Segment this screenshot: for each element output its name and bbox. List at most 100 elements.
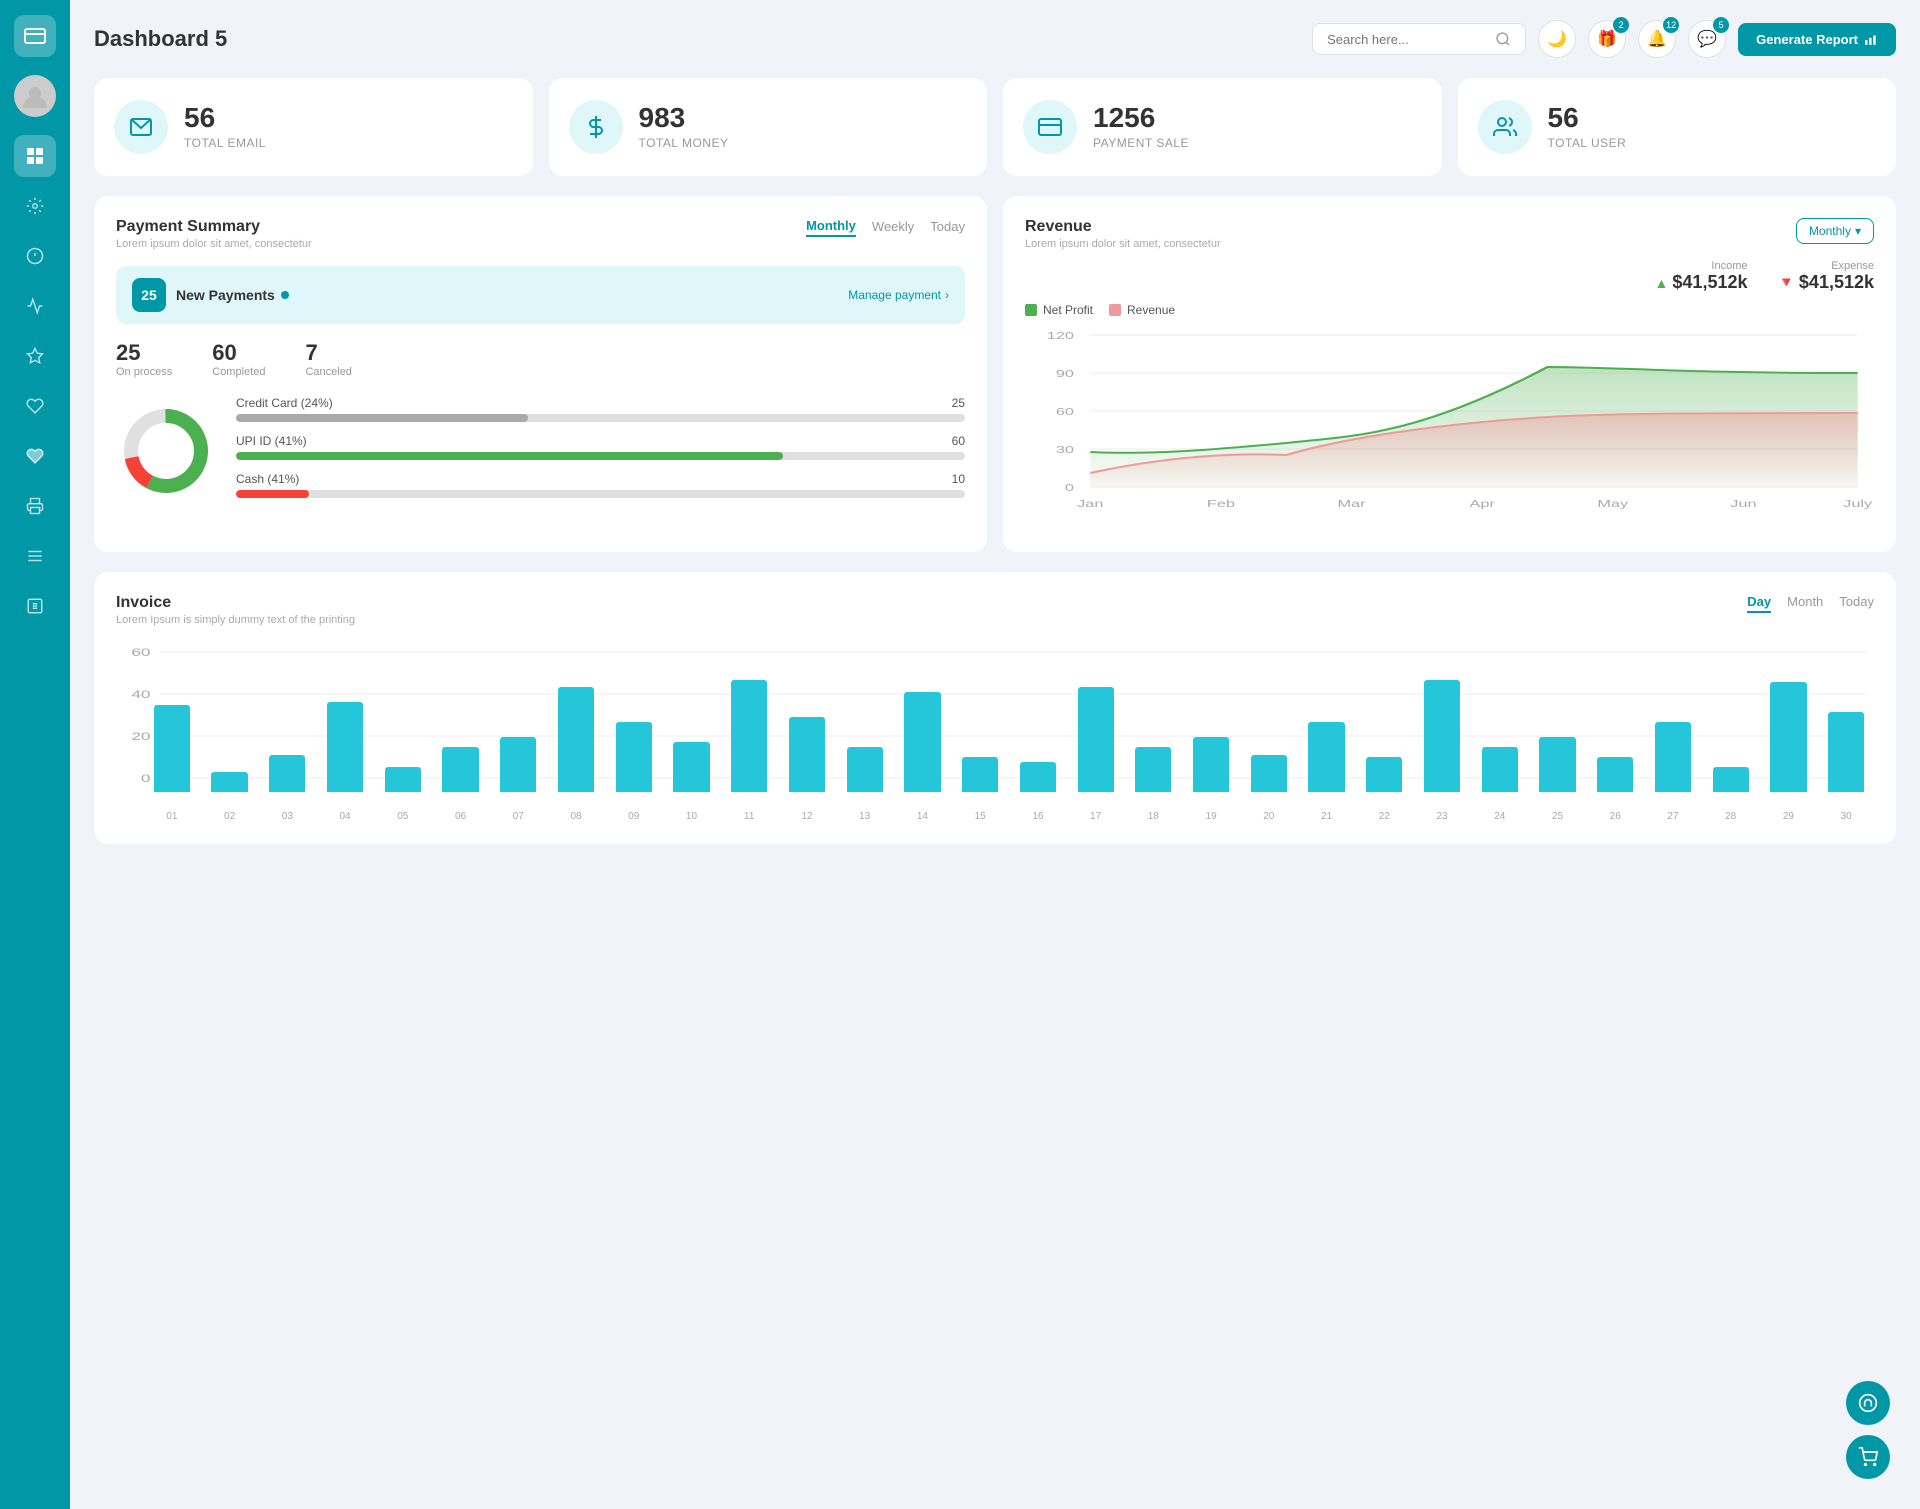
header: Dashboard 5 🌙 🎁 2 🔔 12 💬 5 Gener bbox=[94, 20, 1896, 58]
chat-button[interactable]: 💬 5 bbox=[1688, 20, 1726, 58]
invoice-tab-month[interactable]: Month bbox=[1787, 594, 1823, 613]
manage-payment-link[interactable]: Manage payment › bbox=[848, 288, 949, 302]
sidebar bbox=[0, 0, 70, 1509]
bar[interactable] bbox=[904, 692, 940, 792]
bar[interactable] bbox=[1251, 755, 1287, 793]
dark-mode-button[interactable]: 🌙 bbox=[1538, 20, 1576, 58]
bar-x-label: 13 bbox=[837, 811, 893, 822]
bar[interactable] bbox=[1308, 722, 1344, 792]
sidebar-item-dashboard[interactable] bbox=[14, 135, 56, 177]
sidebar-item-settings[interactable] bbox=[14, 185, 56, 227]
bar[interactable] bbox=[211, 772, 247, 792]
bar[interactable] bbox=[1539, 737, 1575, 792]
expense-block: Expense 🔻 $41,512k bbox=[1777, 260, 1874, 293]
bar[interactable] bbox=[1424, 680, 1460, 793]
bar[interactable] bbox=[385, 767, 421, 792]
bar-x-label: 27 bbox=[1645, 811, 1701, 822]
bar[interactable] bbox=[327, 702, 363, 792]
bar-x-label: 15 bbox=[952, 811, 1008, 822]
bar-item bbox=[259, 642, 315, 792]
bar-x-label: 24 bbox=[1472, 811, 1528, 822]
bar-item bbox=[1645, 642, 1701, 792]
invoice-tab-today[interactable]: Today bbox=[1839, 594, 1874, 613]
gift-button[interactable]: 🎁 2 bbox=[1588, 20, 1626, 58]
notification-button[interactable]: 🔔 12 bbox=[1638, 20, 1676, 58]
bar[interactable] bbox=[962, 757, 998, 792]
revenue-dot bbox=[1109, 304, 1121, 316]
bar[interactable] bbox=[789, 717, 825, 792]
stat-payment-label: PAYMENT SALE bbox=[1093, 136, 1189, 150]
bar[interactable] bbox=[1366, 757, 1402, 792]
sidebar-item-print[interactable] bbox=[14, 485, 56, 527]
bar[interactable] bbox=[154, 705, 190, 793]
gift-icon: 🎁 bbox=[1597, 29, 1617, 49]
sidebar-item-menu[interactable] bbox=[14, 535, 56, 577]
user-icon bbox=[1478, 100, 1532, 154]
bar-item bbox=[1530, 642, 1586, 792]
bar[interactable] bbox=[1078, 687, 1114, 792]
bar[interactable] bbox=[1482, 747, 1518, 792]
bar-item bbox=[144, 642, 200, 792]
generate-report-button[interactable]: Generate Report bbox=[1738, 23, 1896, 56]
bar[interactable] bbox=[500, 737, 536, 792]
bar-x-label: 30 bbox=[1818, 811, 1874, 822]
bar[interactable] bbox=[847, 747, 883, 792]
progress-upi: UPI ID (41%) 60 bbox=[236, 434, 965, 460]
progress-cash: Cash (41%) 10 bbox=[236, 472, 965, 498]
search-input[interactable] bbox=[1327, 32, 1487, 47]
support-fab[interactable] bbox=[1846, 1381, 1890, 1425]
expense-label: Expense bbox=[1777, 260, 1874, 272]
bar[interactable] bbox=[1020, 762, 1056, 792]
bar[interactable] bbox=[1770, 682, 1806, 792]
bar[interactable] bbox=[673, 742, 709, 792]
stat-cards-row: 56 TOTAL EMAIL 983 TOTAL MONEY 1256 PAYM… bbox=[94, 78, 1896, 176]
bar[interactable] bbox=[558, 687, 594, 792]
chart-icon bbox=[1864, 32, 1878, 46]
email-icon bbox=[114, 100, 168, 154]
sidebar-item-info[interactable] bbox=[14, 235, 56, 277]
bar-x-label: 16 bbox=[1010, 811, 1066, 822]
bar-x-label: 22 bbox=[1356, 811, 1412, 822]
bar-item bbox=[1299, 642, 1355, 792]
sidebar-item-list[interactable] bbox=[14, 585, 56, 627]
revenue-monthly-label: Monthly bbox=[1809, 224, 1851, 238]
invoice-tab-day[interactable]: Day bbox=[1747, 594, 1771, 613]
bar[interactable] bbox=[1655, 722, 1691, 792]
bar-x-label: 17 bbox=[1068, 811, 1124, 822]
bar-item bbox=[1125, 642, 1181, 792]
bar[interactable] bbox=[269, 755, 305, 793]
invoice-subtitle: Lorem Ipsum is simply dummy text of the … bbox=[116, 614, 355, 626]
bar[interactable] bbox=[1135, 747, 1171, 792]
stat-payment-number: 1256 bbox=[1093, 104, 1189, 132]
tab-monthly[interactable]: Monthly bbox=[806, 218, 856, 237]
net-profit-dot bbox=[1025, 304, 1037, 316]
revenue-title: Revenue bbox=[1025, 218, 1221, 236]
bar[interactable] bbox=[442, 747, 478, 792]
svg-text:Mar: Mar bbox=[1338, 498, 1367, 509]
search-box[interactable] bbox=[1312, 23, 1526, 55]
bar[interactable] bbox=[1597, 757, 1633, 792]
sidebar-logo[interactable] bbox=[14, 15, 56, 57]
tab-weekly[interactable]: Weekly bbox=[872, 219, 914, 236]
bar[interactable] bbox=[1193, 737, 1229, 792]
bar[interactable] bbox=[731, 680, 767, 793]
bar-x-label: 23 bbox=[1414, 811, 1470, 822]
notification-badge: 12 bbox=[1663, 17, 1679, 33]
tab-today[interactable]: Today bbox=[930, 219, 965, 236]
stat-card-money: 983 TOTAL MONEY bbox=[549, 78, 988, 176]
sidebar-item-heart2[interactable] bbox=[14, 435, 56, 477]
headset-icon bbox=[1858, 1393, 1878, 1413]
user-avatar[interactable] bbox=[14, 75, 56, 117]
sidebar-item-analytics[interactable] bbox=[14, 285, 56, 327]
cart-fab[interactable] bbox=[1846, 1435, 1890, 1479]
sidebar-item-heart1[interactable] bbox=[14, 385, 56, 427]
sidebar-item-favorites[interactable] bbox=[14, 335, 56, 377]
stat-user-number: 56 bbox=[1548, 104, 1627, 132]
bar[interactable] bbox=[1828, 712, 1864, 792]
revenue-monthly-button[interactable]: Monthly ▾ bbox=[1796, 218, 1874, 244]
bar[interactable] bbox=[616, 722, 652, 792]
bar-x-label: 29 bbox=[1761, 811, 1817, 822]
bar[interactable] bbox=[1713, 767, 1749, 792]
bar-item bbox=[606, 642, 662, 792]
revenue-card: Revenue Lorem ipsum dolor sit amet, cons… bbox=[1003, 196, 1896, 552]
